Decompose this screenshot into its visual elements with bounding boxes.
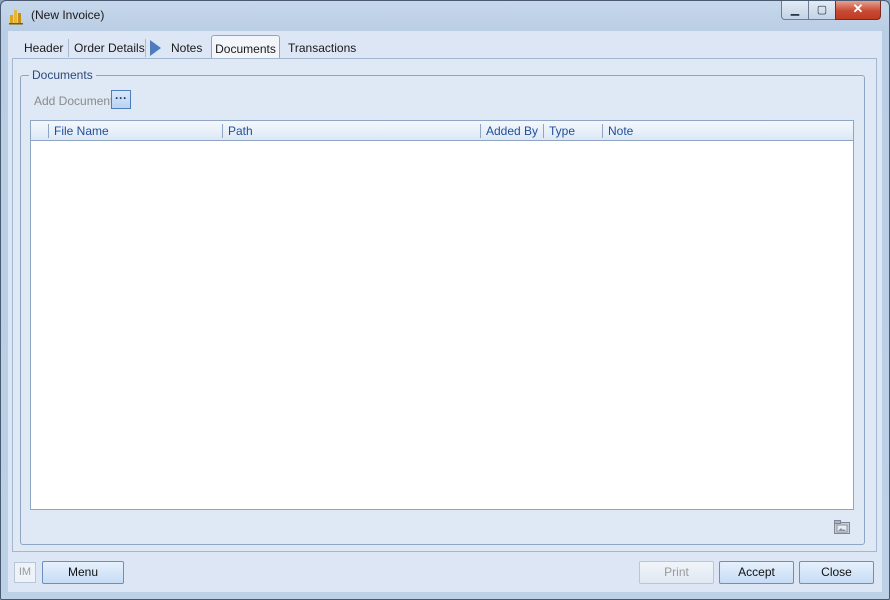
menu-button[interactable]: Menu (42, 561, 124, 584)
title-bar[interactable]: (New Invoice) ▁ ▢ ✕ (1, 1, 889, 31)
client-area: Header Order Details Notes Documents Tra… (8, 31, 882, 592)
tab-strip: Header Order Details Notes Documents Tra… (8, 31, 882, 59)
minimize-icon: ▁ (790, 4, 800, 16)
folder-image-icon[interactable] (834, 520, 850, 534)
browse-document-button[interactable]: ··· (111, 90, 131, 109)
column-type[interactable]: Type (544, 121, 602, 140)
footer-bar: IM Menu Print Accept Close (8, 557, 882, 587)
tab-notes[interactable]: Notes (165, 38, 208, 58)
maximize-icon: ▢ (816, 4, 828, 16)
minimize-button[interactable]: ▁ (781, 1, 809, 20)
close-button[interactable]: Close (799, 561, 874, 584)
close-window-button[interactable]: ✕ (835, 1, 881, 20)
column-path[interactable]: Path (223, 121, 480, 140)
documents-group-title: Documents (29, 68, 96, 82)
documents-tab-panel: Documents Add Document ··· File Name Pat… (12, 58, 877, 552)
tab-header[interactable]: Header (18, 38, 69, 58)
grid-header: File Name Path Added By Type Note (31, 121, 853, 141)
column-file-name[interactable]: File Name (49, 121, 222, 140)
documents-grid[interactable]: File Name Path Added By Type Note (30, 120, 854, 510)
print-button[interactable]: Print (639, 561, 714, 584)
window-title: (New Invoice) (31, 8, 105, 22)
documents-groupbox: Documents Add Document ··· File Name Pat… (20, 68, 865, 545)
maximize-button[interactable]: ▢ (808, 1, 836, 20)
tab-order-details[interactable]: Order Details (68, 38, 151, 58)
play-arrow-icon (150, 40, 161, 56)
accept-button[interactable]: Accept (719, 561, 794, 584)
tab-divider (145, 39, 146, 57)
app-icon (9, 10, 23, 25)
tab-transactions[interactable]: Transactions (282, 38, 362, 58)
close-icon: ✕ (852, 1, 864, 16)
add-document-label: Add Document (34, 94, 114, 108)
im-button[interactable]: IM (14, 562, 36, 583)
column-note[interactable]: Note (603, 121, 843, 140)
invoice-window: (New Invoice) ▁ ▢ ✕ Header Order Details… (0, 0, 890, 600)
tab-documents[interactable]: Documents (211, 35, 280, 59)
column-added-by[interactable]: Added By (481, 121, 543, 140)
